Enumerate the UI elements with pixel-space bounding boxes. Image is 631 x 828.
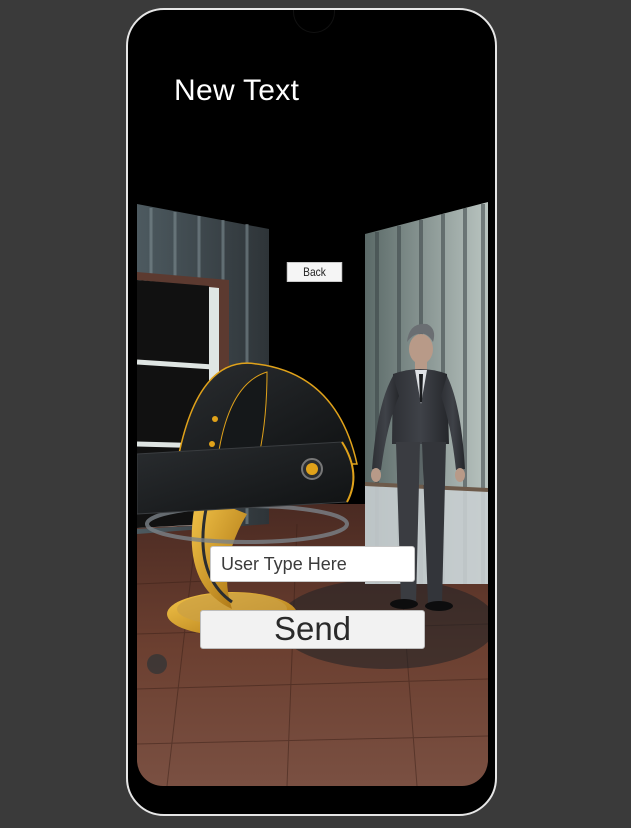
back-button[interactable]: Back [286,262,343,282]
screen-title: New Text [174,74,300,107]
3d-room-scene [137,202,488,786]
game-viewport: New Text Back Send [137,24,488,786]
send-button[interactable]: Send [200,610,425,649]
phone-frame: New Text Back Send [126,8,497,816]
user-message-input[interactable] [210,546,415,582]
